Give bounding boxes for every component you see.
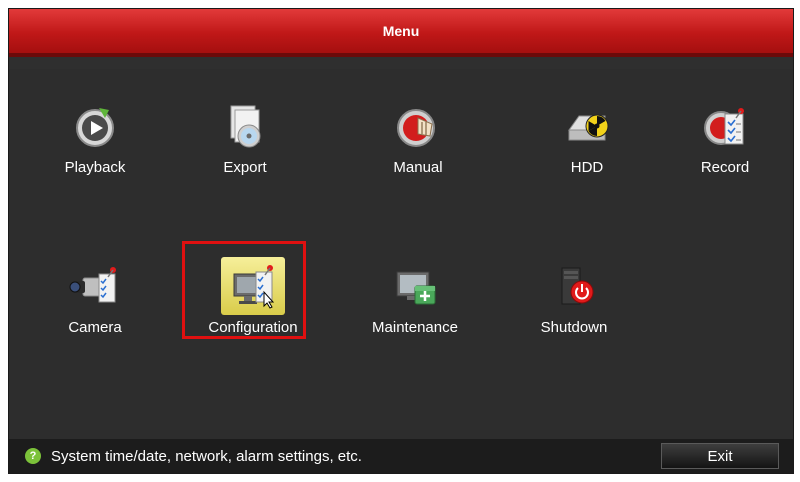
menu-item-manual[interactable]: Manual xyxy=(360,97,476,189)
menu-item-record[interactable]: Record xyxy=(667,97,783,189)
help-icon: ? xyxy=(25,448,41,464)
menu-item-shutdown[interactable]: Shutdown xyxy=(516,257,632,349)
menu-item-maintenance[interactable]: Maintenance xyxy=(357,257,473,349)
menu-item-playback[interactable]: Playback xyxy=(37,97,153,189)
status-bar: ? System time/date, network, alarm setti… xyxy=(9,439,793,473)
exit-button[interactable]: Exit xyxy=(661,443,779,469)
record-icon xyxy=(693,97,757,155)
shutdown-icon xyxy=(542,257,606,315)
window-title: Menu xyxy=(382,23,420,39)
menu-item-label: Manual xyxy=(393,159,443,176)
hdd-icon xyxy=(555,97,619,155)
camera-icon xyxy=(63,257,127,315)
status-text: System time/date, network, alarm setting… xyxy=(51,447,362,465)
menu-item-label: Maintenance xyxy=(372,319,458,336)
menu-item-label: Shutdown xyxy=(540,319,608,336)
menu-item-label: Record xyxy=(700,159,750,176)
title-bar: Menu xyxy=(9,9,793,57)
menu-item-label: Playback xyxy=(64,159,126,176)
menu-item-camera[interactable]: Camera xyxy=(37,257,153,349)
playback-icon xyxy=(63,97,127,155)
menu-window: Menu Playback Export Manual HDD Record C… xyxy=(8,8,794,474)
configuration-icon xyxy=(221,257,285,315)
menu-item-label: Camera xyxy=(68,319,122,336)
menu-item-label: HDD xyxy=(570,159,604,176)
manual-icon xyxy=(386,97,450,155)
menu-item-configuration[interactable]: Configuration xyxy=(195,257,311,349)
export-icon xyxy=(213,97,277,155)
menu-item-export[interactable]: Export xyxy=(187,97,303,189)
menu-grid: Playback Export Manual HDD Record Camera… xyxy=(9,69,793,441)
maintenance-icon xyxy=(383,257,447,315)
menu-item-hdd[interactable]: HDD xyxy=(529,97,645,189)
menu-item-label: Configuration xyxy=(208,319,298,336)
menu-item-label: Export xyxy=(223,159,267,176)
